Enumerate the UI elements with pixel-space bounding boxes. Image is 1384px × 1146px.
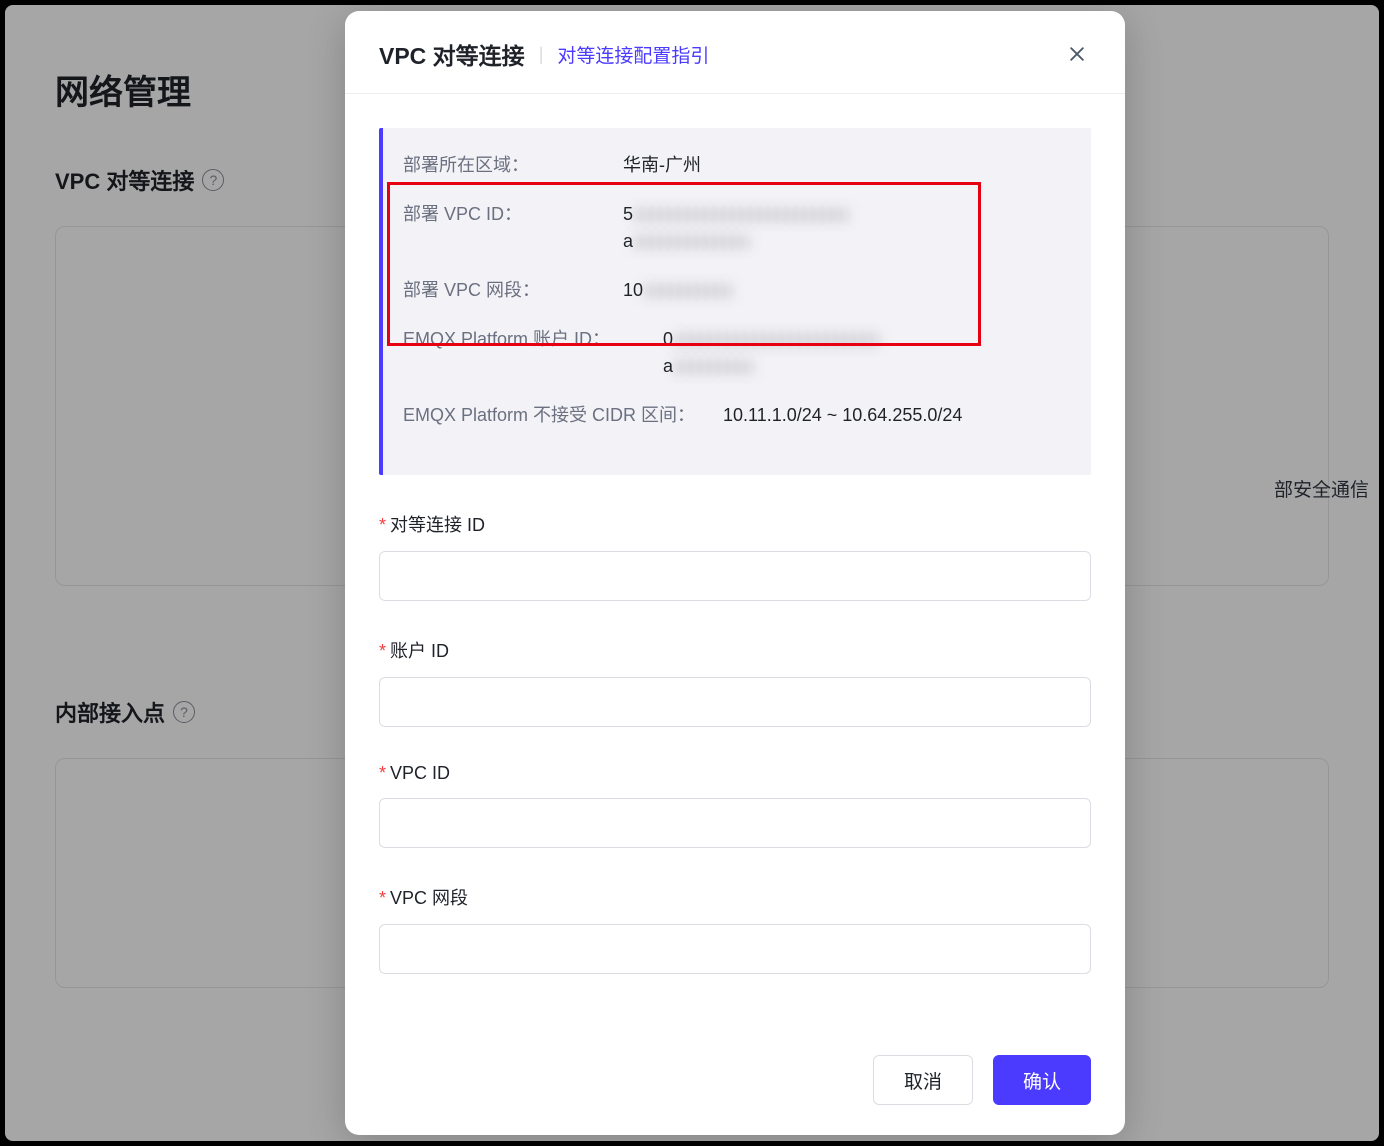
account-id-label-text: 账户 ID <box>390 641 449 661</box>
vpc-id-input[interactable] <box>379 798 1091 848</box>
required-marker: * <box>379 515 386 535</box>
account-id-prefix: 0 <box>663 329 673 349</box>
redacted-text: xxxxxxxxxxxxxxxxxxxxxxx <box>673 329 880 349</box>
peer-id-label: *对等连接 ID <box>379 511 1091 537</box>
vpc-id-label: *VPC ID <box>379 763 1091 784</box>
deploy-vpc-id-value: 5xxxxxxxxxxxxxxxxxxxxxxxx axxxxxxxxxxxxx <box>623 201 1067 255</box>
vpc-id-prefix: 5 <box>623 204 633 224</box>
modal-header: VPC 对等连接 | 对等连接配置指引 <box>345 11 1125 94</box>
peer-id-input[interactable] <box>379 551 1091 601</box>
vpc-peering-modal: VPC 对等连接 | 对等连接配置指引 部署所在区域： 华南-广州 部署 VPC… <box>345 11 1125 1135</box>
page-background: 网络管理 VPC 对等连接 ? 内部接入点 ? 部安全通信 VPC 对等连接 |… <box>5 5 1379 1141</box>
vpc-cidr-label: *VPC 网段 <box>379 884 1091 910</box>
modal-title: VPC 对等连接 <box>379 37 525 71</box>
redacted-text: xxxxxxxxxxxxx <box>633 231 750 251</box>
platform-account-id-label: EMQX Platform 账户 ID： <box>403 326 623 353</box>
account-id-prefix: a <box>663 356 673 376</box>
redacted-text: xxxxxxxxx <box>673 356 754 376</box>
deployment-info-panel: 部署所在区域： 华南-广州 部署 VPC ID： 5xxxxxxxxxxxxxx… <box>379 128 1091 475</box>
divider: | <box>539 44 544 65</box>
region-value: 华南-广州 <box>623 152 1067 179</box>
close-icon <box>1067 44 1087 64</box>
redacted-text: xxxxxxxxxxxxxxxxxxxxxxxx <box>633 204 849 224</box>
deploy-vpc-cidr-label: 部署 VPC 网段： <box>403 277 623 304</box>
cidr-prefix: 10 <box>623 280 643 300</box>
cidr-reject-value: 10.11.1.0/24 ~ 10.64.255.0/24 <box>723 402 1067 429</box>
background-text-fragment: 部安全通信 <box>1274 475 1369 502</box>
cancel-button[interactable]: 取消 <box>873 1055 973 1105</box>
required-marker: * <box>379 763 386 783</box>
deploy-vpc-id-label: 部署 VPC ID： <box>403 201 623 228</box>
vpc-id-label-text: VPC ID <box>390 763 450 783</box>
modal-footer: 取消 确认 <box>345 1035 1125 1135</box>
platform-account-id-value: 0xxxxxxxxxxxxxxxxxxxxxxx axxxxxxxxx <box>623 326 1067 380</box>
region-label: 部署所在区域： <box>403 152 623 179</box>
account-id-label: *账户 ID <box>379 637 1091 663</box>
required-marker: * <box>379 888 386 908</box>
deploy-vpc-cidr-value: 10xxxxxxxxxx <box>623 277 1067 304</box>
account-id-input[interactable] <box>379 677 1091 727</box>
modal-body: 部署所在区域： 华南-广州 部署 VPC ID： 5xxxxxxxxxxxxxx… <box>345 94 1125 1035</box>
cidr-reject-label: EMQX Platform 不接受 CIDR 区间： <box>403 402 723 429</box>
confirm-button[interactable]: 确认 <box>993 1055 1091 1105</box>
peering-guide-link[interactable]: 对等连接配置指引 <box>557 41 709 68</box>
redacted-text: xxxxxxxxxx <box>643 280 733 300</box>
required-marker: * <box>379 641 386 661</box>
vpc-cidr-input[interactable] <box>379 924 1091 974</box>
peer-id-label-text: 对等连接 ID <box>390 515 485 535</box>
vpc-cidr-label-text: VPC 网段 <box>390 888 468 908</box>
vpc-id-prefix: a <box>623 231 633 251</box>
close-button[interactable] <box>1063 40 1091 68</box>
